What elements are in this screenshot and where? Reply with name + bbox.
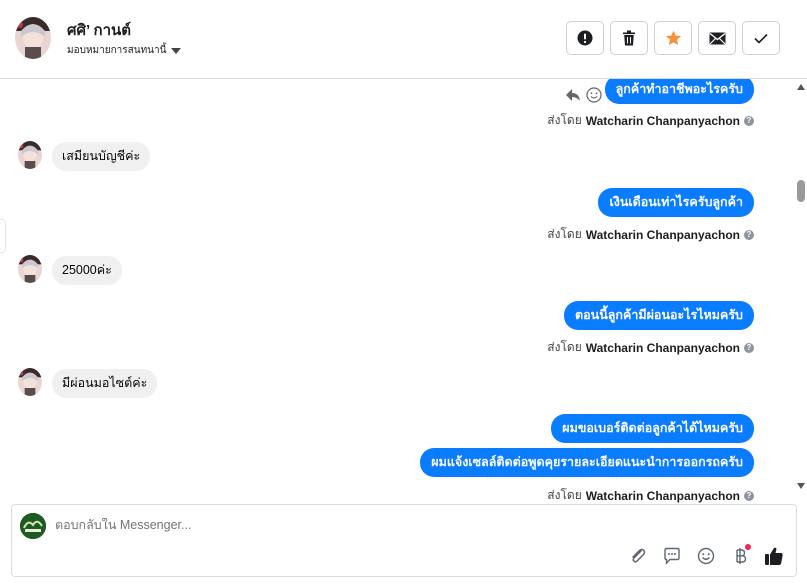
reply-composer: [11, 504, 797, 577]
help-icon[interactable]: ?: [744, 490, 754, 501]
scroll-up-arrow-icon[interactable]: [797, 84, 805, 90]
saved-reply-icon: [664, 547, 680, 565]
sent-by-meta: ส่งโดย Watcharin Chanpanyachon ?: [547, 486, 754, 503]
notification-dot: [745, 544, 751, 550]
contact-avatar-small: [18, 141, 42, 169]
thread-scrollbar[interactable]: [795, 79, 807, 495]
like-button[interactable]: [762, 544, 786, 568]
reply-input[interactable]: [55, 518, 655, 532]
emoji-button[interactable]: [694, 544, 718, 568]
thumbs-up-icon: [765, 547, 783, 565]
emoji-icon: [697, 547, 715, 565]
header-actions: [566, 21, 780, 55]
payment-button[interactable]: [728, 544, 752, 568]
incoming-message[interactable]: เสมียนบัญชีค่ะ: [52, 142, 151, 171]
outgoing-message[interactable]: เงินเดือนเท่าไรครับลูกค้า: [598, 188, 754, 217]
react-emoji-icon[interactable]: [586, 87, 602, 103]
sent-by-meta: ส่งโดย Watcharin Chanpanyachon ?: [547, 111, 754, 130]
incoming-message[interactable]: 25000ค่ะ: [52, 256, 122, 285]
exclamation-circle-icon: [577, 30, 593, 46]
sender-name[interactable]: Watcharin Chanpanyachon: [586, 489, 740, 503]
message-hover-actions: [564, 87, 602, 103]
star-icon: [665, 30, 681, 46]
mark-done-button[interactable]: [742, 21, 780, 55]
help-icon[interactable]: ?: [744, 342, 754, 353]
outgoing-message[interactable]: ผมแจ้งเซลล์ติดต่อพูดคุยรายละเอียดแนะนำกา…: [420, 448, 754, 477]
reply-icon[interactable]: [564, 87, 582, 103]
page-avatar: [20, 513, 46, 539]
sent-by-label: ส่งโดย: [547, 113, 582, 127]
incoming-message[interactable]: มีผ่อนมอไซต์ค่ะ: [52, 369, 158, 398]
contact-name[interactable]: ศศิ’ กานต์: [67, 18, 131, 42]
conversation-header: ศศิ’ กานต์ มอบหมายการสนทนานี้: [0, 0, 807, 79]
message-thread: ลูกค้าทำอาชีพอะไรครับ ส่งโดย Watcharin C…: [0, 79, 795, 503]
sent-by-meta: ส่งโดย Watcharin Chanpanyachon ?: [547, 338, 754, 357]
assign-label: มอบหมายการสนทนานี้: [67, 45, 167, 56]
help-icon[interactable]: ?: [744, 229, 754, 240]
mark-spam-button[interactable]: [566, 21, 604, 55]
sender-name[interactable]: Watcharin Chanpanyachon: [586, 114, 740, 128]
composer-tools: [626, 544, 786, 568]
sent-by-label: ส่งโดย: [547, 340, 582, 354]
paperclip-icon: [632, 548, 646, 563]
saved-replies-button[interactable]: [660, 544, 684, 568]
star-button[interactable]: [654, 21, 692, 55]
trash-icon: [623, 30, 635, 46]
scroll-thumb[interactable]: [797, 180, 805, 202]
outgoing-message[interactable]: ลูกค้าทำอาชีพอะไรครับ: [604, 79, 754, 104]
sent-by-label: ส่งโดย: [547, 488, 582, 502]
delete-button[interactable]: [610, 21, 648, 55]
sent-by-meta: ส่งโดย Watcharin Chanpanyachon ?: [547, 225, 754, 244]
baht-payment-icon: [736, 548, 747, 564]
outgoing-message[interactable]: ผมขอเบอร์ติดต่อลูกค้าได้ไหมครับ: [551, 414, 754, 443]
caret-down-icon: [171, 47, 182, 54]
check-icon: [754, 33, 768, 44]
scroll-down-arrow-icon[interactable]: [797, 483, 805, 489]
help-icon[interactable]: ?: [744, 115, 754, 126]
sent-by-label: ส่งโดย: [547, 227, 582, 241]
outgoing-message[interactable]: ตอนนี้ลูกค้ามีผ่อนอะไรไหมครับ: [564, 301, 754, 330]
contact-avatar-small: [18, 255, 42, 283]
contact-avatar[interactable]: [15, 17, 51, 59]
envelope-icon: [709, 32, 725, 44]
contact-avatar-small: [18, 368, 42, 396]
sender-name[interactable]: Watcharin Chanpanyachon: [586, 341, 740, 355]
assign-conversation-dropdown[interactable]: มอบหมายการสนทนานี้: [67, 43, 182, 58]
attach-button[interactable]: [626, 544, 650, 568]
sender-name[interactable]: Watcharin Chanpanyachon: [586, 228, 740, 242]
mark-unread-button[interactable]: [698, 21, 736, 55]
collapsed-panel-handle[interactable]: [0, 219, 6, 253]
